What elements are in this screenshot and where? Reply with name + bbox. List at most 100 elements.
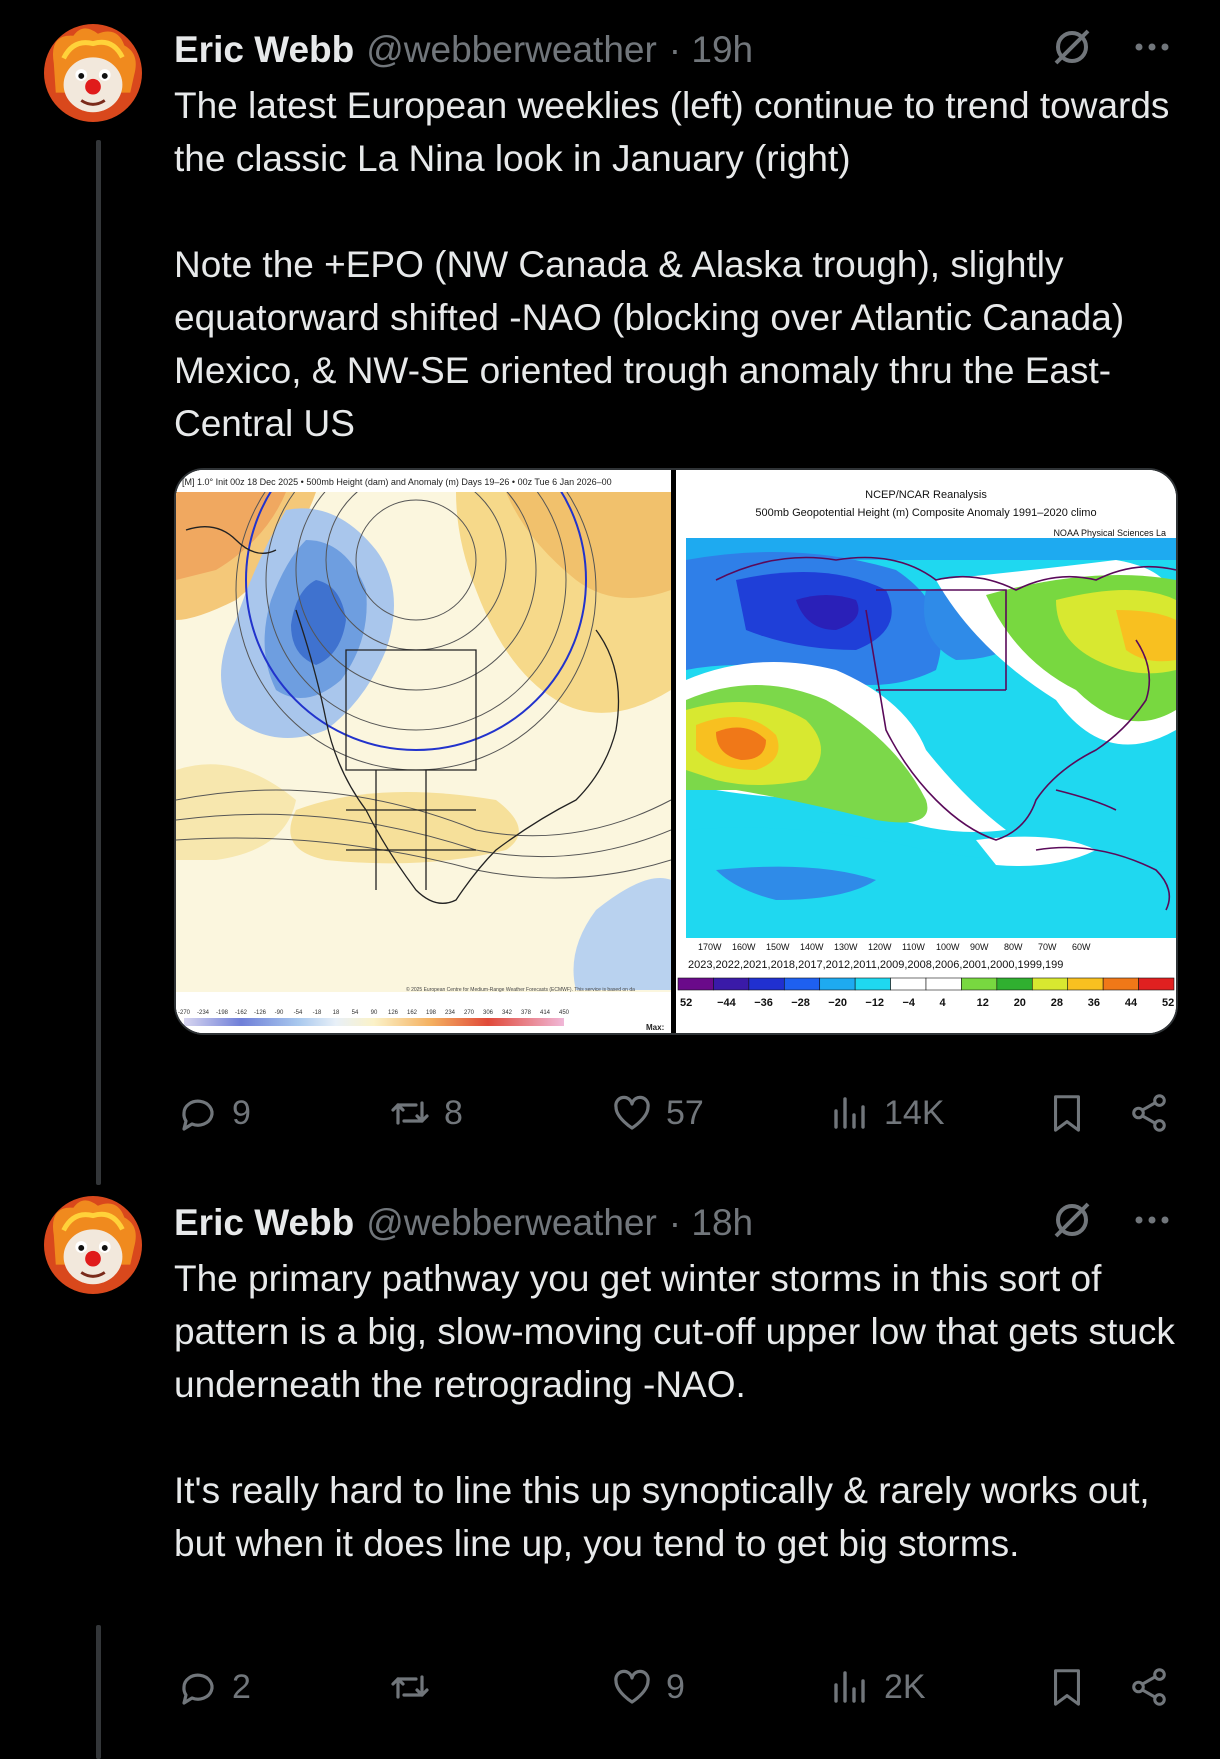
left-map-header: [M] 1.0° Init 00z 18 Dec 2025 • 500mb He… [182,477,612,487]
right-map-scale-label: 44 [1125,997,1138,1009]
color-scale-swatch [1138,977,1175,991]
color-scale-swatch [854,977,891,991]
like-count: 9 [666,1667,685,1706]
views-bar-chart-icon [834,1097,865,1129]
color-scale-swatch [819,977,856,991]
heat-miser-avatar-icon [44,1196,142,1294]
like-count: 57 [666,1093,704,1132]
color-scale-swatch [677,977,714,991]
views-button[interactable]: 2K [828,1657,926,1717]
repost-button[interactable] [388,1657,444,1717]
lon-label: 150W [766,942,790,952]
right-map-scale-label: −4 [903,997,916,1009]
left-map-scale-label: 450 [559,1010,570,1016]
tweet-media[interactable]: [M] 1.0° Init 00z 18 Dec 2025 • 500mb He… [174,468,1178,1035]
color-scale-swatch [1031,977,1069,991]
left-map-scale-label: 306 [483,1010,494,1016]
timestamp[interactable]: · 18h [669,1202,753,1244]
share-icon [1132,1668,1166,1706]
color-scale-swatch [713,977,750,991]
author-name[interactable]: Eric Webb [174,1202,354,1244]
left-map-scale-label: -198 [216,1010,229,1016]
lon-label: 60W [1072,942,1091,952]
views-bar-chart-icon [834,1671,865,1703]
left-map-scale-label: 90 [371,1010,378,1016]
bookmark-button[interactable] [1046,1083,1088,1143]
bookmark-button[interactable] [1046,1657,1088,1717]
more-options-icon[interactable] [1130,1198,1174,1242]
ncep-composite-anomaly-map: NCEP/NCAR Reanalysis 500mb Geopotential … [676,470,1176,1033]
color-scale-swatch [783,977,821,991]
ncep-map-image[interactable]: NCEP/NCAR Reanalysis 500mb Geopotential … [676,470,1176,1033]
tweet[interactable]: Eric Webb @webberweather · 19h The lates… [174,25,1178,1132]
bookmark-icon [1054,1669,1080,1706]
reply-icon [182,1099,214,1131]
repost-count: 8 [444,1093,463,1132]
avatar[interactable] [44,1196,142,1294]
grok-icon[interactable] [1050,1198,1094,1242]
color-scale-swatch [1102,977,1139,991]
color-scale-swatch [890,977,927,991]
share-button[interactable] [1128,1657,1170,1717]
avatar[interactable] [44,24,142,122]
left-map-scale-label: 342 [502,1010,513,1016]
left-map-scale-label: 198 [426,1010,437,1016]
right-map-scale-label: −36 [754,997,773,1009]
lon-label: 70W [1038,942,1057,952]
left-map-scale-label: 414 [540,1010,551,1016]
lon-label: 160W [732,942,756,952]
right-map-scale-label: −20 [828,997,847,1009]
left-map-scale-label: 126 [388,1010,399,1016]
right-map-scale-label: 52 [680,997,692,1009]
repost-button[interactable]: 8 [388,1083,463,1143]
right-map-title-2: 500mb Geopotential Height (m) Composite … [755,507,1096,519]
thread-connector-line [96,140,101,1185]
reply-button[interactable]: 2 [176,1657,251,1717]
right-map-scale-label: 52 [1162,997,1174,1009]
views-count: 2K [884,1667,926,1706]
author-handle[interactable]: @webberweather [366,1202,657,1244]
color-scale-swatch [1067,977,1104,991]
heart-icon [614,1095,650,1130]
like-button[interactable]: 57 [610,1083,704,1143]
tweet[interactable]: Eric Webb @webberweather · 18h The prima… [174,1198,1175,1738]
right-map-scale-label: 4 [940,997,947,1009]
views-button[interactable]: 14K [828,1083,945,1143]
lon-label: 140W [800,942,824,952]
views-count: 14K [884,1093,945,1132]
left-map-scale-label: 18 [333,1010,340,1016]
lon-label: 100W [936,942,960,952]
tweet-actions: 2 9 2K [174,1657,1174,1717]
lon-label: 90W [970,942,989,952]
lon-label: 120W [868,942,892,952]
right-map-scale-label: −44 [717,997,737,1009]
reply-icon [182,1673,214,1705]
left-map-scale-label: -54 [294,1010,303,1016]
like-button[interactable]: 9 [610,1657,685,1717]
share-button[interactable] [1128,1083,1170,1143]
tweet-actions: 9 8 57 14K [174,1083,1174,1143]
author-name[interactable]: Eric Webb [174,29,354,71]
right-map-years: 2023,2022,2021,2018,2017,2012,2011,2009,… [688,959,1063,971]
ecmwf-map-image[interactable]: [M] 1.0° Init 00z 18 Dec 2025 • 500mb He… [176,470,671,1033]
left-map-max-label: Max: [646,1023,664,1032]
tweet-text: The latest European weeklies (left) cont… [174,85,1170,444]
timestamp[interactable]: · 19h [669,29,753,71]
left-map-scale-labels: -270 -234 -198 -162 -126 -90 -54 -18 18 54 90 126 16… [178,1010,570,1016]
grok-icon[interactable] [1050,25,1094,69]
author-handle[interactable]: @webberweather [366,29,657,71]
left-map-scale-label: -162 [235,1010,248,1016]
right-map-scale-label: 20 [1014,997,1026,1009]
left-map-scale-label: -234 [197,1010,210,1016]
repost-icon [391,1101,429,1125]
reply-button[interactable]: 9 [176,1083,251,1143]
lon-label: 80W [1004,942,1023,952]
tweet-text: The primary pathway you get winter storm… [174,1258,1175,1564]
lon-label: 110W [902,942,925,952]
more-options-icon[interactable] [1130,25,1174,69]
left-map-scale-label: 162 [407,1010,418,1016]
right-map-scale-label: 12 [977,997,989,1009]
lon-label: 130W [834,942,858,952]
heart-icon [614,1669,650,1704]
bookmark-icon [1054,1095,1080,1132]
